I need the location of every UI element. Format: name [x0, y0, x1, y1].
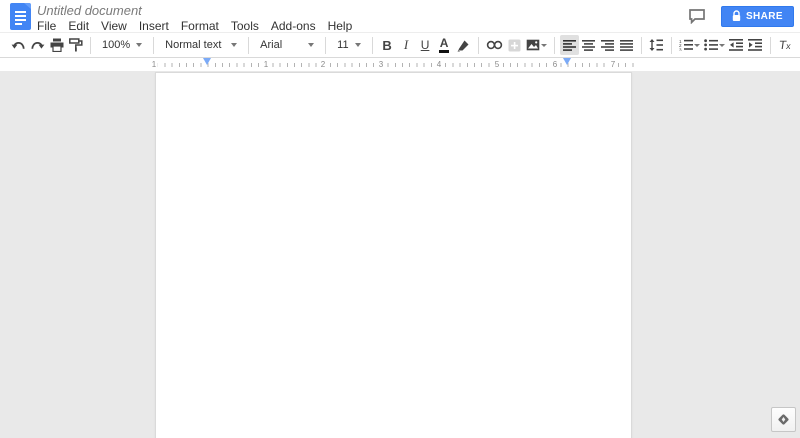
bold-button[interactable]: B [378, 35, 397, 55]
align-left-icon [563, 40, 576, 51]
ruler-number: 5 [493, 59, 501, 70]
font-size-select[interactable]: 11 [331, 35, 366, 55]
ruler-number: 2 [319, 59, 327, 70]
insert-image-button[interactable] [524, 35, 549, 55]
ruler-scale: 1 1 2 3 4 5 6 7 [150, 58, 639, 71]
toolbar-separator [770, 37, 771, 54]
chevron-down-icon [136, 43, 142, 47]
image-icon [526, 39, 540, 51]
increase-indent-icon [748, 39, 762, 51]
zoom-select[interactable]: 100% [96, 35, 148, 55]
font-family-value: Arial [260, 39, 282, 51]
increase-indent-button[interactable] [746, 35, 765, 55]
open-comments-button[interactable] [687, 7, 707, 25]
paragraph-style-value: Normal text [165, 39, 221, 51]
ruler[interactable]: 1 1 2 3 4 5 6 7 [0, 58, 800, 71]
line-spacing-button[interactable] [647, 35, 666, 55]
underline-icon: U [421, 38, 430, 52]
ruler-number: 4 [435, 59, 443, 70]
justify-icon [620, 40, 633, 51]
bold-icon: B [382, 38, 391, 53]
toolbar-separator [641, 37, 642, 54]
undo-icon [11, 40, 26, 51]
numbered-list-button[interactable]: 1 2 3 [677, 35, 702, 55]
clear-formatting-button[interactable]: Tx [776, 35, 795, 55]
align-center-button[interactable] [579, 35, 598, 55]
clear-formatting-icon: Tx [778, 38, 792, 52]
document-canvas [0, 71, 800, 438]
zoom-value: 100% [102, 39, 130, 51]
redo-button[interactable] [28, 35, 47, 55]
ruler-number: 1 [150, 59, 158, 70]
undo-button[interactable] [9, 35, 28, 55]
bulleted-list-button[interactable] [702, 35, 727, 55]
paint-format-icon [69, 38, 83, 52]
numbered-list-icon: 1 2 3 [679, 39, 693, 51]
toolbar-separator [372, 37, 373, 54]
toolbar: 100% Normal text Arial 11 B I U A [0, 32, 800, 58]
text-color-button[interactable]: A [435, 35, 454, 55]
paragraph-style-select[interactable]: Normal text [159, 35, 243, 55]
toolbar-separator [90, 37, 91, 54]
link-icon [486, 40, 503, 50]
share-button[interactable]: SHARE [721, 6, 794, 27]
toolbar-separator [153, 37, 154, 54]
underline-button[interactable]: U [416, 35, 435, 55]
chevron-down-icon [308, 43, 314, 47]
insert-link-button[interactable] [484, 35, 505, 55]
document-title[interactable]: Untitled document [37, 4, 352, 18]
align-left-button[interactable] [560, 35, 579, 55]
highlighter-icon [457, 39, 470, 52]
ruler-number: 3 [377, 59, 385, 70]
ruler-number: 1 [262, 59, 270, 70]
document-page[interactable] [155, 72, 632, 438]
toolbar-separator [671, 37, 672, 54]
toolbar-separator [478, 37, 479, 54]
share-button-label: SHARE [746, 11, 783, 22]
print-button[interactable] [47, 35, 66, 55]
explore-icon [777, 413, 790, 426]
right-indent-marker[interactable] [563, 58, 571, 65]
comment-bubble-icon [688, 8, 706, 24]
chevron-down-icon [541, 44, 547, 47]
insert-comment-button[interactable] [505, 35, 524, 55]
svg-text:3: 3 [679, 47, 682, 51]
font-family-select[interactable]: Arial [254, 35, 320, 55]
justify-button[interactable] [617, 35, 636, 55]
add-comment-icon [508, 39, 521, 52]
lock-icon [732, 10, 741, 22]
chevron-down-icon [231, 43, 237, 47]
title-bar: Untitled document File Edit View Insert … [0, 0, 800, 32]
google-docs-window: Untitled document File Edit View Insert … [0, 0, 800, 438]
align-right-icon [601, 40, 614, 51]
toolbar-separator [325, 37, 326, 54]
toolbar-separator [554, 37, 555, 54]
decrease-indent-button[interactable] [727, 35, 746, 55]
redo-icon [30, 40, 45, 51]
chevron-down-icon [719, 44, 725, 47]
toolbar-separator [248, 37, 249, 54]
font-size-value: 11 [337, 39, 348, 51]
left-indent-marker[interactable] [203, 58, 211, 65]
print-icon [50, 38, 64, 52]
decrease-indent-icon [729, 39, 743, 51]
ruler-number: 7 [609, 59, 617, 70]
highlight-color-button[interactable] [454, 35, 473, 55]
chevron-down-icon [355, 43, 361, 47]
align-right-button[interactable] [598, 35, 617, 55]
bulleted-list-icon [704, 39, 718, 51]
italic-button[interactable]: I [397, 35, 416, 55]
align-center-icon [582, 40, 595, 51]
docs-logo-icon[interactable] [10, 3, 31, 30]
paint-format-button[interactable] [66, 35, 85, 55]
editing-mode-select[interactable]: Editing [795, 35, 800, 55]
line-spacing-icon [649, 39, 663, 51]
italic-icon: I [404, 37, 408, 53]
explore-button[interactable] [771, 407, 796, 432]
chevron-down-icon [694, 44, 700, 47]
text-color-icon: A [439, 38, 450, 53]
ruler-number: 6 [551, 59, 559, 70]
